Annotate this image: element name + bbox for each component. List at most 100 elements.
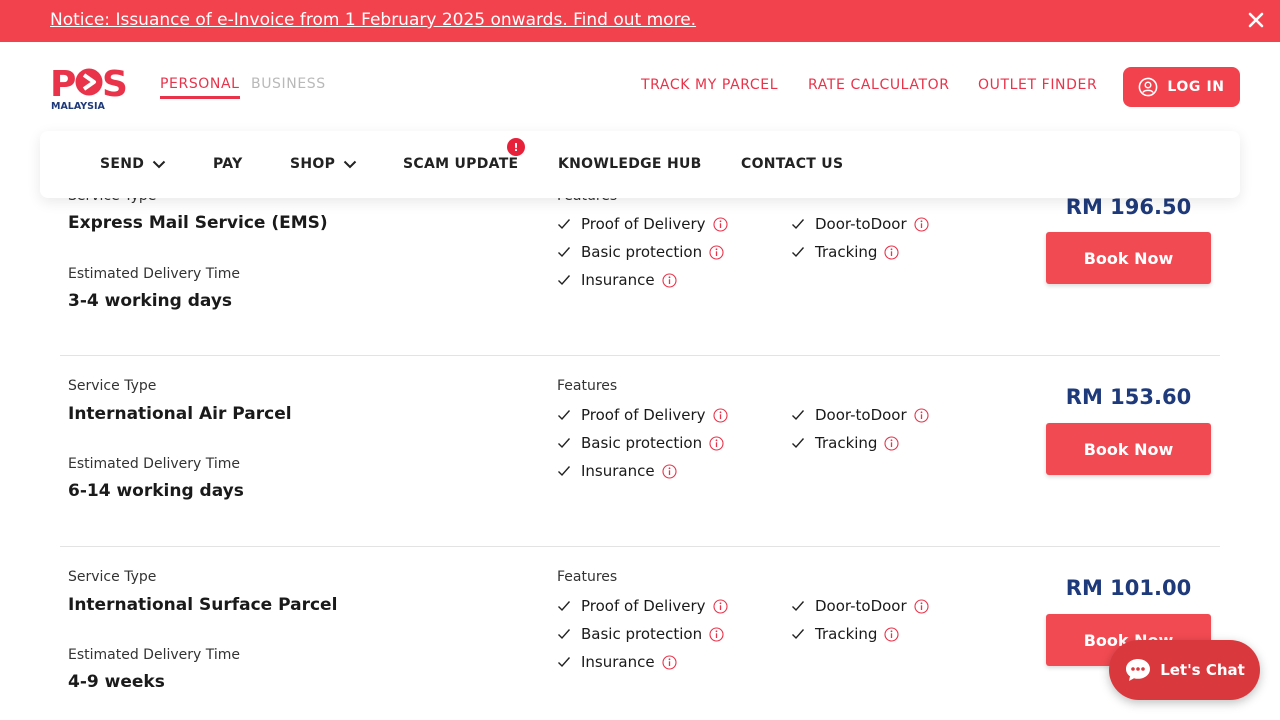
tab-personal[interactable]: PERSONAL [160, 76, 240, 92]
check-icon [558, 438, 571, 449]
chat-bubble-icon [1126, 659, 1151, 681]
feature-label: Proof of Delivery [581, 597, 706, 615]
feature-item: Proof of Delivery [557, 215, 728, 233]
features-label: Features [557, 569, 618, 585]
outlet-finder-link[interactable]: OUTLET FINDER [978, 77, 1097, 93]
row-divider [60, 355, 1220, 356]
info-icon[interactable] [709, 435, 724, 451]
info-icon[interactable] [914, 598, 929, 614]
nav-shop-label: SHOP [290, 156, 336, 172]
nav-shop[interactable]: SHOP [290, 156, 357, 172]
feature-item: Basic protection [557, 243, 724, 261]
scam-alert-badge: ! [507, 138, 525, 156]
info-icon[interactable] [712, 216, 728, 232]
info-icon[interactable] [884, 626, 900, 642]
service-name: International Surface Parcel [68, 595, 338, 615]
chevron-down-icon [152, 160, 166, 168]
service-price: RM 153.60 [1065, 385, 1192, 409]
nav-contact-us[interactable]: CONTACT US [741, 156, 843, 172]
feature-label: Insurance [581, 271, 655, 289]
svg-text:S: S [102, 64, 128, 105]
eta-label: Estimated Delivery Time [68, 456, 240, 472]
eta-value: 4-9 weeks [68, 672, 165, 692]
feature-item: Insurance [557, 462, 677, 480]
feature-item: Tracking [791, 243, 900, 261]
info-icon[interactable] [662, 463, 677, 479]
close-icon[interactable] [1242, 6, 1270, 34]
feature-item: Tracking [791, 434, 900, 452]
nav-pay[interactable]: PAY [213, 156, 243, 172]
check-icon [558, 275, 571, 286]
svg-text:MALAYSIA: MALAYSIA [51, 101, 106, 111]
notice-bar: Notice: Issuance of e-Invoice from 1 Feb… [0, 0, 1280, 42]
feature-label: Proof of Delivery [581, 215, 706, 233]
check-icon [792, 629, 805, 640]
eta-value: 3-4 working days [68, 291, 233, 311]
features-label: Features [557, 378, 618, 394]
feature-label: Basic protection [581, 625, 703, 643]
feature-label: Door-toDoor [815, 215, 907, 233]
service-price: RM 196.50 [1065, 195, 1192, 219]
notice-link[interactable]: Notice: Issuance of e-Invoice from 1 Feb… [50, 10, 696, 30]
info-icon[interactable] [662, 272, 677, 288]
service-type-label: Service Type [68, 378, 157, 394]
check-icon [792, 219, 805, 230]
login-button[interactable]: LOG IN [1123, 67, 1240, 107]
nav-send-label: SEND [100, 156, 145, 172]
active-tab-indicator [160, 96, 240, 99]
feature-label: Door-toDoor [815, 406, 907, 424]
check-icon [792, 601, 805, 612]
feature-label: Insurance [581, 462, 655, 480]
feature-label: Insurance [581, 653, 655, 671]
chevron-down-icon [343, 160, 357, 168]
feature-item: Door-toDoor [791, 215, 929, 233]
feature-label: Door-toDoor [815, 597, 907, 615]
info-icon[interactable] [709, 626, 724, 642]
check-icon [558, 466, 571, 477]
rate-calculator-link[interactable]: RATE CALCULATOR [808, 77, 950, 93]
service-price: RM 101.00 [1065, 576, 1192, 600]
chat-button[interactable]: Let's Chat [1109, 640, 1260, 700]
check-icon [792, 410, 805, 421]
row-divider [60, 546, 1220, 547]
feature-label: Proof of Delivery [581, 406, 706, 424]
feature-item: Basic protection [557, 625, 724, 643]
info-icon[interactable] [712, 407, 728, 423]
main-nav: SEND PAY SHOP SCAM UPDATE ! KNOWLEDGE HU… [40, 131, 1240, 198]
book-now-button[interactable]: Book Now [1046, 232, 1211, 284]
track-parcel-link[interactable]: TRACK MY PARCEL [641, 77, 778, 93]
info-icon[interactable] [712, 598, 728, 614]
check-icon [558, 247, 571, 258]
user-icon [1138, 77, 1158, 97]
check-icon [792, 247, 805, 258]
feature-item: Proof of Delivery [557, 406, 728, 424]
nav-scam-update[interactable]: SCAM UPDATE [403, 156, 518, 172]
book-now-button[interactable]: Book Now [1046, 423, 1211, 475]
tab-business[interactable]: BUSINESS [251, 76, 326, 92]
nav-knowledge-hub[interactable]: KNOWLEDGE HUB [558, 156, 702, 172]
feature-item: Door-toDoor [791, 406, 929, 424]
feature-item: Basic protection [557, 434, 724, 452]
pos-malaysia-logo[interactable]: P S MALAYSIA [50, 63, 132, 111]
feature-label: Tracking [815, 625, 878, 643]
feature-label: Tracking [815, 243, 878, 261]
info-icon[interactable] [914, 407, 929, 423]
feature-item: Door-toDoor [791, 597, 929, 615]
info-icon[interactable] [884, 435, 900, 451]
feature-label: Tracking [815, 434, 878, 452]
nav-send[interactable]: SEND [100, 156, 166, 172]
info-icon[interactable] [914, 216, 929, 232]
feature-item: Insurance [557, 653, 677, 671]
feature-item: Tracking [791, 625, 900, 643]
eta-label: Estimated Delivery Time [68, 647, 240, 663]
service-type-label: Service Type [68, 569, 157, 585]
chat-label: Let's Chat [1160, 661, 1245, 679]
info-icon[interactable] [662, 654, 677, 670]
svg-text:P: P [50, 64, 75, 105]
check-icon [558, 629, 571, 640]
feature-item: Insurance [557, 271, 677, 289]
info-icon[interactable] [884, 244, 900, 260]
feature-label: Basic protection [581, 243, 703, 261]
check-icon [792, 438, 805, 449]
info-icon[interactable] [709, 244, 724, 260]
